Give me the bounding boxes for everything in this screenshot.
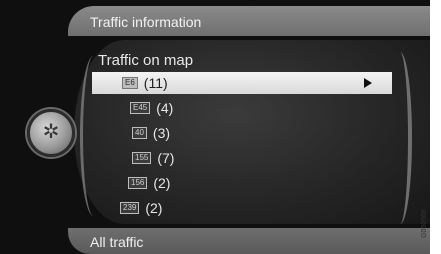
image-code-text: G050568: [420, 209, 428, 238]
header-bar: Traffic information: [68, 6, 430, 36]
list-item-156[interactable]: 156 (2): [96, 172, 386, 194]
footer-bar[interactable]: All traffic: [68, 228, 430, 254]
road-badge: 239: [120, 202, 140, 214]
road-badge: 40: [132, 127, 147, 139]
road-badge: 155: [132, 152, 152, 164]
list-item-239[interactable]: 239 (2): [96, 197, 386, 219]
incident-count: (7): [157, 150, 175, 166]
image-code: G050568: [421, 200, 441, 254]
infotainment-screen: Traffic information ✲ Traffic on map E6 …: [0, 0, 430, 254]
road-badge: E45: [130, 102, 151, 114]
road-badge: E6: [122, 77, 138, 89]
rotary-knob-icon[interactable]: ✲: [27, 109, 75, 157]
list-item-e45[interactable]: E45 (4): [96, 97, 386, 119]
incident-count: (3): [152, 125, 171, 141]
incident-count: (2): [145, 200, 163, 216]
incident-count: (4): [156, 100, 174, 116]
list-item-e6[interactable]: E6 (11): [92, 72, 392, 94]
knob-glyph-icon: ✲: [42, 121, 60, 143]
list-item-40[interactable]: 40 (3): [96, 122, 386, 144]
play-arrow-icon: [364, 78, 372, 88]
all-traffic-label: All traffic: [90, 234, 144, 250]
list-item-155[interactable]: 155 (7): [96, 147, 386, 169]
list-title: Traffic on map: [98, 52, 194, 69]
road-badge: 156: [128, 177, 148, 189]
page-title: Traffic information: [90, 14, 202, 30]
incident-count: (2): [153, 175, 171, 191]
incident-count: (11): [143, 75, 168, 91]
